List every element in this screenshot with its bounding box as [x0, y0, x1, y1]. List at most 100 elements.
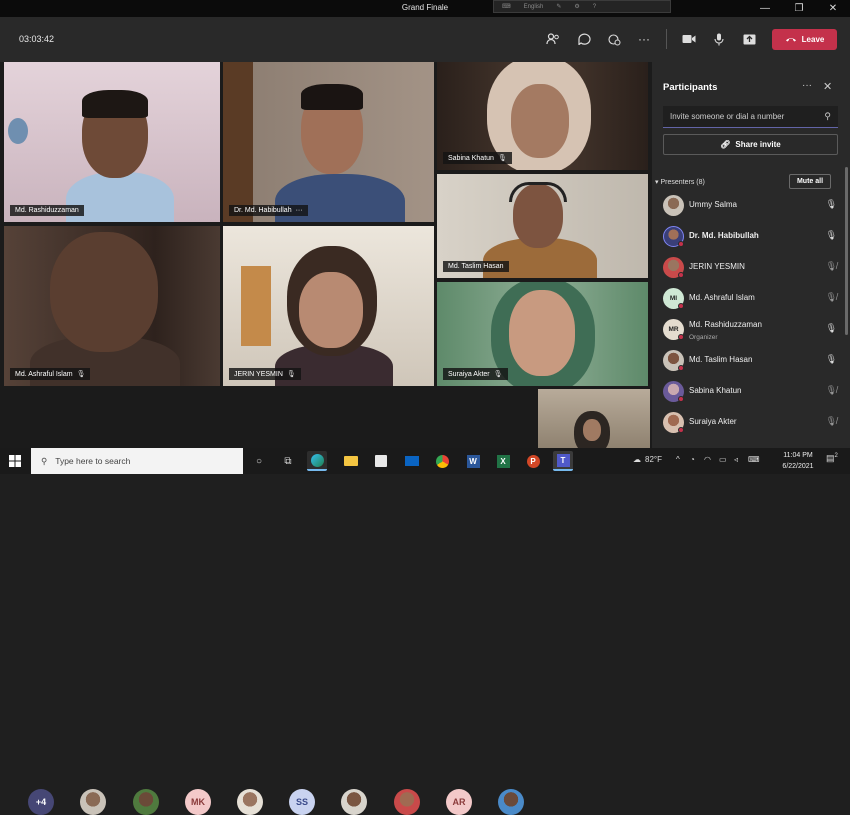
word-icon[interactable]: W: [463, 451, 483, 471]
maximize-button[interactable]: ❐: [782, 0, 816, 17]
participant-avatar[interactable]: [341, 789, 367, 815]
taskbar: ⚲ Type here to search ○ ⧉ W X P T ☁ 82°F…: [0, 448, 850, 474]
participant-initials[interactable]: MK: [185, 789, 211, 815]
participant-avatar[interactable]: [237, 789, 263, 815]
share-screen-icon[interactable]: [737, 27, 761, 51]
participants-panel: Participants ··· ✕ Invite someone or dia…: [652, 62, 850, 448]
mic-off-icon: 🎙︎̸: [825, 385, 837, 395]
video-tile-sabina[interactable]: Sabina Khatun 🎙︎: [437, 62, 648, 170]
overflow-count[interactable]: +4: [28, 789, 54, 815]
panel-more-icon[interactable]: ···: [802, 80, 812, 91]
video-tile-habibullah[interactable]: Dr. Md. Habibullah ···: [223, 62, 434, 222]
store-icon[interactable]: [371, 451, 391, 471]
minimize-button[interactable]: —: [748, 0, 782, 17]
video-tile-suraiya[interactable]: Suraiya Akter 🎙︎: [437, 282, 648, 386]
status-dot: [678, 272, 684, 278]
network-icon[interactable]: ◔: [690, 455, 695, 464]
participant-row[interactable]: Ummy Salma 🎙︎: [663, 191, 839, 221]
participant-strip: +4 MK SS AR: [0, 386, 652, 815]
status-dot: [678, 303, 684, 309]
notification-count: 2: [834, 453, 838, 459]
door: [241, 266, 271, 346]
notification-icon[interactable]: ▤2: [826, 453, 838, 464]
participant-name: Md. Rashiduzzaman: [689, 320, 762, 329]
participant-name: Sabina Khatun: [689, 386, 742, 395]
gear-icon[interactable]: ⚙: [574, 3, 579, 10]
chrome-icon[interactable]: [432, 451, 452, 471]
tile-name-tag: Suraiya Akter 🎙︎: [443, 368, 508, 380]
participant-avatar[interactable]: [80, 789, 106, 815]
mic-off-icon: 🎙︎̸: [825, 292, 837, 302]
reactions-icon[interactable]: [602, 27, 626, 51]
panel-close-icon[interactable]: ✕: [823, 80, 832, 93]
file-explorer-icon[interactable]: [341, 451, 361, 471]
video-tile-rashiduzzaman[interactable]: Md. Rashiduzzaman: [4, 62, 220, 222]
tray-chevron-icon[interactable]: ^: [676, 455, 680, 464]
language-toolbar[interactable]: ⌨ English ✎ ⚙ ?: [493, 0, 671, 13]
participant-avatar[interactable]: [394, 789, 420, 815]
tile-name: JERIN YESMIN: [234, 370, 283, 378]
tile-name-tag: JERIN YESMIN 🎙︎: [229, 368, 301, 380]
participant-row[interactable]: Sabina Khatun 🎙︎̸: [663, 377, 839, 407]
invite-placeholder: Invite someone or dial a number: [670, 112, 785, 121]
help-icon[interactable]: ?: [593, 4, 596, 10]
pen-icon[interactable]: ✎: [556, 3, 561, 10]
mic-icon[interactable]: [707, 27, 731, 51]
people-icon[interactable]: [541, 27, 565, 51]
wifi-icon[interactable]: ◠: [704, 455, 711, 464]
participant-row[interactable]: MI Md. Ashraful Islam 🎙︎̸: [663, 284, 839, 314]
tile-more-icon[interactable]: ···: [296, 207, 303, 214]
invite-search-input[interactable]: Invite someone or dial a number ⚲: [663, 106, 838, 128]
cortana-icon[interactable]: ○: [249, 451, 269, 471]
presenters-section-toggle[interactable]: ▾ Presenters (8): [655, 178, 705, 186]
video-tile-taslim[interactable]: Md. Taslim Hasan: [437, 174, 648, 278]
share-invite-button[interactable]: 🔗︎ Share invite: [663, 134, 838, 155]
clock[interactable]: 11:04 PM 6/22/2021: [772, 450, 824, 472]
self-view-preview[interactable]: [538, 389, 650, 448]
video-tile-ashraful[interactable]: Md. Ashraful Islam 🎙︎: [4, 226, 220, 386]
language-icon[interactable]: ⌨: [748, 455, 760, 464]
powerpoint-icon[interactable]: P: [523, 451, 543, 471]
keyboard-icon[interactable]: ⌨: [502, 3, 511, 10]
battery-icon[interactable]: ▭: [719, 455, 727, 464]
participant-avatar[interactable]: [133, 789, 159, 815]
mic-icon: 🎙︎: [825, 323, 837, 333]
participant-avatar: [663, 195, 684, 216]
participant-name: Md. Taslim Hasan: [689, 355, 753, 364]
video-tile-jerin[interactable]: JERIN YESMIN 🎙︎: [223, 226, 434, 386]
temperature[interactable]: 82°F: [645, 455, 662, 464]
tile-name-tag: Md. Ashraful Islam 🎙︎: [10, 368, 91, 380]
participant-initials[interactable]: SS: [289, 789, 315, 815]
participant-initials[interactable]: AR: [446, 789, 472, 815]
more-icon[interactable]: ···: [632, 27, 656, 51]
participant-row[interactable]: Md. Taslim Hasan 🎙︎: [663, 346, 839, 376]
participant-row[interactable]: Dr. Md. Habibullah 🎙︎: [663, 222, 839, 252]
participant-role: Organizer: [689, 334, 718, 341]
taskbar-search-input[interactable]: ⚲ Type here to search: [31, 448, 243, 474]
status-dot: [678, 365, 684, 371]
chat-icon[interactable]: [572, 27, 596, 51]
volume-icon[interactable]: ◃: [734, 455, 738, 464]
participant-row[interactable]: Suraiya Akter 🎙︎̸: [663, 408, 839, 438]
tile-name-tag: Sabina Khatun 🎙︎: [443, 152, 512, 164]
excel-icon[interactable]: X: [493, 451, 513, 471]
participant-row[interactable]: MR Md. Rashiduzzaman Organizer 🎙︎: [663, 315, 839, 345]
edge-icon[interactable]: [307, 451, 327, 471]
mic-off-icon: 🎙︎̸: [825, 416, 837, 426]
mic-icon: 🎙︎: [825, 354, 837, 364]
task-view-icon[interactable]: ⧉: [278, 451, 298, 471]
participant-avatar[interactable]: [498, 789, 524, 815]
headphones: [509, 182, 567, 202]
weather-icon[interactable]: ☁: [633, 455, 641, 464]
mail-icon[interactable]: [402, 451, 422, 471]
panel-scrollbar[interactable]: [845, 167, 848, 335]
close-window-button[interactable]: ✕: [816, 0, 850, 17]
mute-all-button[interactable]: Mute all: [789, 174, 831, 189]
mic-icon: 🎙︎: [825, 199, 837, 209]
camera-icon[interactable]: [677, 27, 701, 51]
meeting-toolbar: 03:03:42 ··· Leave: [0, 17, 850, 62]
windows-start-icon[interactable]: [0, 448, 30, 474]
teams-icon[interactable]: T: [553, 451, 573, 471]
participant-row[interactable]: JERIN YESMIN 🎙︎̸: [663, 253, 839, 283]
leave-button[interactable]: Leave: [772, 29, 837, 50]
